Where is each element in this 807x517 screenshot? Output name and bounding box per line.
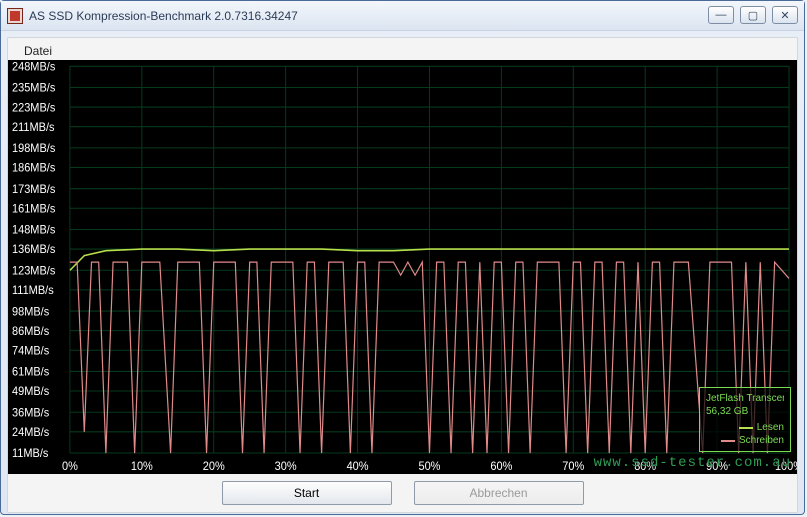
svg-text:74MB/s: 74MB/s: [12, 345, 50, 357]
minimize-button[interactable]: —: [708, 6, 734, 24]
legend-write-swatch: [721, 440, 735, 442]
chart-svg: 11MB/s 24MB/s 36MB/s 49MB/s 61MB/s 74MB/s 86MB…: [8, 60, 797, 474]
svg-text:24MB/s: 24MB/s: [12, 427, 50, 439]
watermark: www.ssd-tester.com.au: [594, 455, 791, 471]
svg-text:173MB/s: 173MB/s: [12, 184, 56, 196]
app-icon: [7, 8, 23, 24]
legend-read-swatch: [739, 427, 753, 429]
button-row: Start Abbrechen: [8, 474, 797, 512]
svg-text:223MB/s: 223MB/s: [12, 102, 56, 114]
svg-text:70%: 70%: [562, 461, 584, 473]
maximize-button[interactable]: ▢: [740, 6, 766, 24]
svg-text:0%: 0%: [62, 461, 78, 473]
svg-text:235MB/s: 235MB/s: [12, 82, 56, 94]
window-controls: — ▢ ✕: [708, 6, 798, 24]
svg-text:98MB/s: 98MB/s: [12, 306, 50, 318]
menubar: Datei: [8, 38, 797, 60]
menu-file[interactable]: Datei: [18, 42, 58, 60]
svg-text:49MB/s: 49MB/s: [12, 386, 50, 398]
svg-text:136MB/s: 136MB/s: [12, 244, 56, 256]
svg-text:86MB/s: 86MB/s: [12, 326, 50, 338]
svg-text:198MB/s: 198MB/s: [12, 143, 56, 155]
legend: JetFlash Transcend 1100 56,32 GB Lesen S…: [699, 387, 791, 452]
app-window: AS SSD Kompression-Benchmark 2.0.7316.34…: [0, 0, 805, 515]
svg-text:123MB/s: 123MB/s: [12, 265, 56, 277]
svg-text:11MB/s: 11MB/s: [12, 448, 49, 460]
cancel-button: Abbrechen: [414, 481, 584, 505]
svg-text:20%: 20%: [203, 461, 225, 473]
legend-read-row: Lesen: [706, 421, 784, 434]
legend-device: JetFlash Transcend 1100: [706, 392, 784, 405]
svg-text:60%: 60%: [490, 461, 512, 473]
window-title: AS SSD Kompression-Benchmark 2.0.7316.34…: [29, 9, 298, 23]
svg-text:36MB/s: 36MB/s: [12, 407, 50, 419]
svg-text:161MB/s: 161MB/s: [12, 203, 56, 215]
svg-text:61MB/s: 61MB/s: [12, 366, 50, 378]
legend-write-label: Schreiben: [739, 434, 784, 447]
svg-text:40%: 40%: [347, 461, 369, 473]
svg-text:50%: 50%: [418, 461, 440, 473]
svg-text:248MB/s: 248MB/s: [12, 61, 56, 73]
titlebar[interactable]: AS SSD Kompression-Benchmark 2.0.7316.34…: [1, 1, 804, 31]
legend-write-row: Schreiben: [706, 434, 784, 447]
legend-capacity: 56,32 GB: [706, 405, 784, 418]
svg-text:148MB/s: 148MB/s: [12, 224, 56, 236]
legend-read-label: Lesen: [757, 421, 784, 434]
svg-text:30%: 30%: [275, 461, 297, 473]
svg-text:111MB/s: 111MB/s: [12, 285, 54, 297]
chart: 11MB/s 24MB/s 36MB/s 49MB/s 61MB/s 74MB/s 86MB…: [8, 60, 797, 474]
svg-text:186MB/s: 186MB/s: [12, 162, 56, 174]
close-button[interactable]: ✕: [772, 6, 798, 24]
client-area: Datei 11MB/s 24MB/s 36MB/s 49MB/s 61MB/s 74MB…: [7, 37, 798, 513]
start-button[interactable]: Start: [222, 481, 392, 505]
svg-text:10%: 10%: [131, 461, 153, 473]
svg-text:211MB/s: 211MB/s: [12, 122, 55, 134]
